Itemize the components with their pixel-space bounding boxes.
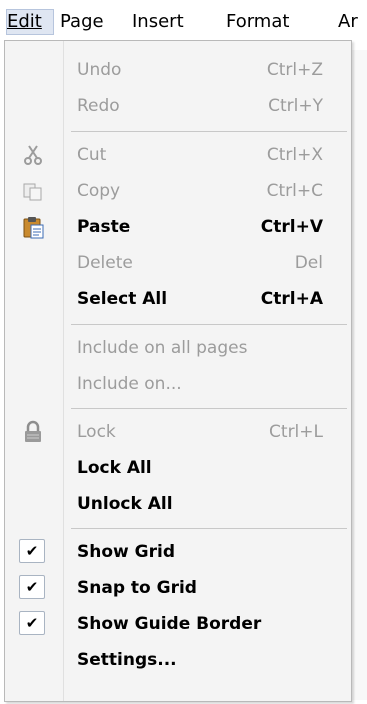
lock-all-label: Lock All [77, 458, 152, 478]
menu-edit-label: Edit [7, 11, 42, 32]
undo-shortcut: Ctrl+Z [266, 60, 323, 80]
menu-item-undo[interactable]: Undo Ctrl+Z [5, 52, 351, 88]
redo-label: Redo [77, 96, 120, 116]
menu-item-unlock-all[interactable]: Unlock All [5, 486, 351, 522]
menu-format-label: Format [226, 11, 290, 32]
cut-label: Cut [77, 145, 107, 165]
menu-format[interactable]: Format [226, 10, 289, 34]
checkmark-icon: ✔ [19, 539, 45, 563]
menu-item-show-guide-border[interactable]: ✔ Show Guide Border [5, 606, 351, 642]
menu-separator [71, 408, 347, 409]
scissors-icon [24, 145, 42, 165]
undo-label: Undo [77, 60, 122, 80]
menu-item-snap-to-grid[interactable]: ✔ Snap to Grid [5, 570, 351, 606]
menu-item-delete[interactable]: Delete Del [5, 245, 351, 281]
menu-bar: Edit Page Insert Format Ar [0, 0, 367, 40]
menu-item-copy[interactable]: Copy Ctrl+C [5, 173, 351, 209]
show-guide-label: Show Guide Border [77, 614, 262, 634]
edit-menu: Undo Ctrl+Z Redo Ctrl+Y Cut Ctrl+X Copy … [4, 40, 352, 702]
menu-edit[interactable]: Edit [6, 9, 54, 35]
delete-shortcut: Del [294, 253, 323, 273]
clipboard-icon [23, 217, 44, 239]
include-on-label: Include on... [77, 374, 182, 394]
menu-item-select-all[interactable]: Select All Ctrl+A [5, 281, 351, 317]
cut-shortcut: Ctrl+X [266, 145, 323, 165]
menu-item-lock-all[interactable]: Lock All [5, 450, 351, 486]
copy-shortcut: Ctrl+C [266, 181, 323, 201]
include-all-label: Include on all pages [77, 338, 248, 358]
checkmark-icon: ✔ [19, 575, 45, 599]
menu-page[interactable]: Page [60, 10, 104, 34]
delete-label: Delete [77, 253, 133, 273]
menu-arrange-label: Ar [338, 11, 358, 32]
paste-shortcut: Ctrl+V [260, 217, 323, 237]
padlock-icon [25, 420, 41, 442]
paste-label: Paste [77, 217, 131, 237]
menu-item-paste[interactable]: Paste Ctrl+V [5, 209, 351, 245]
menu-item-lock[interactable]: Lock Ctrl+L [5, 414, 351, 450]
menu-item-redo[interactable]: Redo Ctrl+Y [5, 88, 351, 124]
menu-item-show-grid[interactable]: ✔ Show Grid [5, 534, 351, 570]
redo-shortcut: Ctrl+Y [268, 96, 323, 116]
select-all-shortcut: Ctrl+A [260, 289, 323, 309]
select-all-label: Select All [77, 289, 168, 309]
menu-insert-label: Insert [132, 11, 184, 32]
menu-item-include-on[interactable]: Include on... [5, 366, 351, 402]
lock-shortcut: Ctrl+L [269, 422, 323, 442]
copy-label: Copy [77, 181, 121, 201]
menu-item-include-all-pages[interactable]: Include on all pages [5, 330, 351, 366]
menu-arrange[interactable]: Ar [338, 10, 367, 34]
settings-label: Settings... [77, 650, 177, 670]
show-grid-label: Show Grid [77, 542, 175, 562]
unlock-all-label: Unlock All [77, 494, 173, 514]
menu-item-settings[interactable]: Settings... [5, 642, 351, 678]
menu-page-label: Page [60, 11, 104, 32]
menu-separator [71, 324, 347, 325]
checkmark-icon: ✔ [19, 611, 45, 635]
menu-separator [71, 131, 347, 132]
snap-grid-label: Snap to Grid [77, 578, 197, 598]
document-edge [351, 50, 367, 700]
menu-insert[interactable]: Insert [132, 10, 184, 34]
copy-icon [23, 183, 42, 201]
menu-item-cut[interactable]: Cut Ctrl+X [5, 137, 351, 173]
lock-label: Lock [77, 422, 116, 442]
menu-separator [71, 528, 347, 529]
